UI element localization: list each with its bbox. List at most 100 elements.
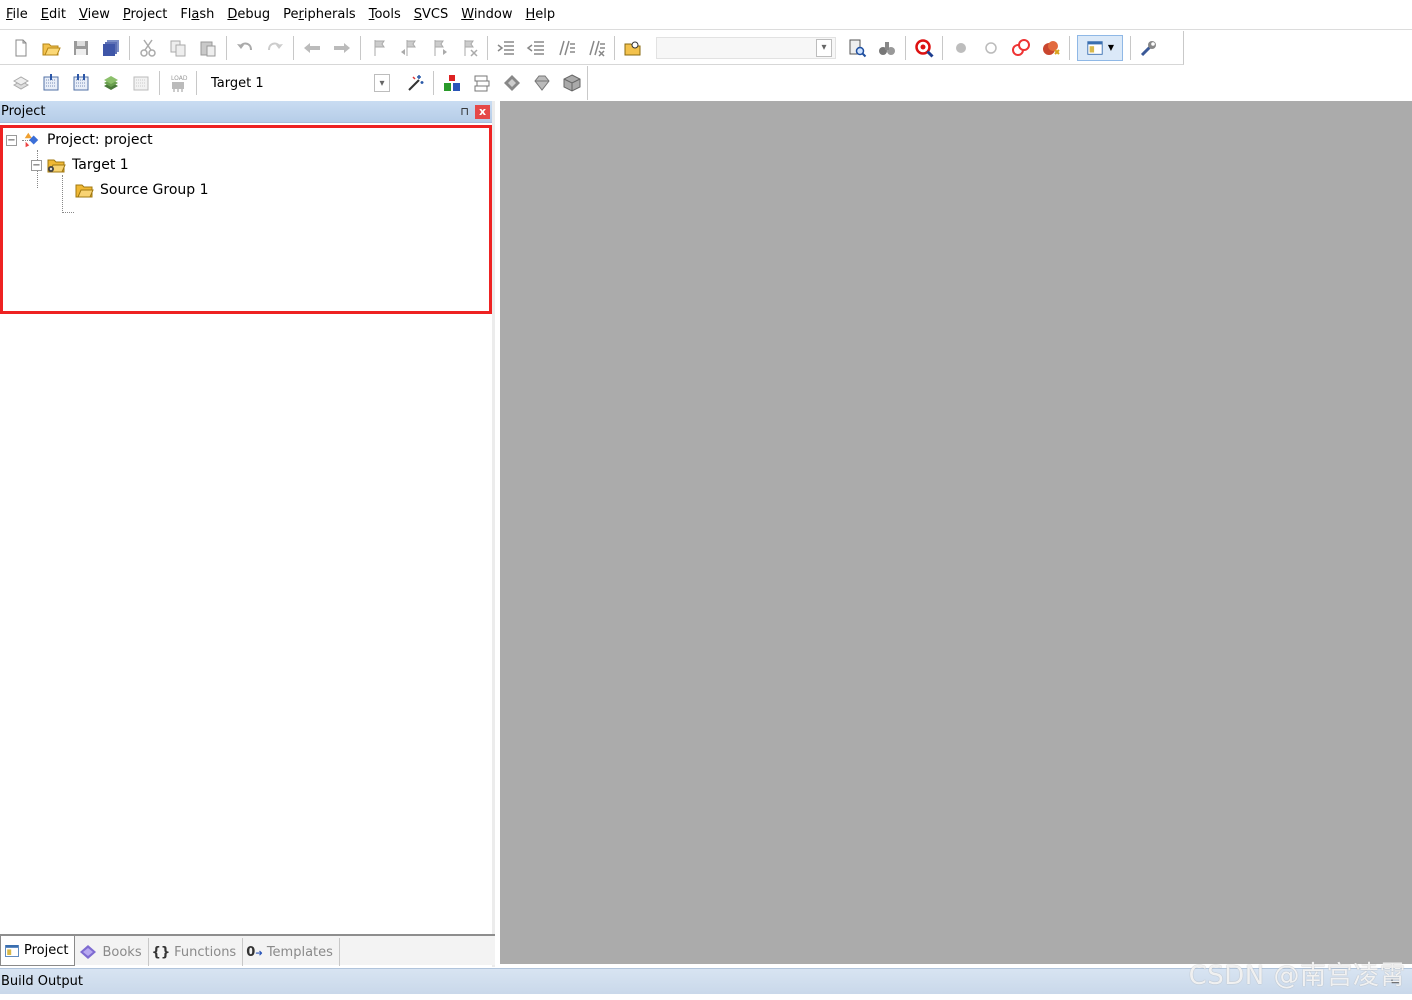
menu-window[interactable]: Window — [457, 0, 521, 30]
options-for-target-button[interactable] — [400, 69, 430, 97]
incremental-find-button[interactable] — [872, 34, 902, 62]
next-bookmark-button[interactable] — [424, 34, 454, 62]
gem-icon — [534, 75, 550, 91]
menu-edit[interactable]: Edit — [37, 0, 75, 30]
books-icon — [80, 945, 97, 959]
tab-project-label: Project — [24, 943, 69, 958]
tab-functions-label: Functions — [174, 944, 237, 960]
save-icon — [74, 40, 88, 55]
navigate-back-button[interactable] — [297, 34, 327, 62]
indent-icon — [497, 40, 514, 55]
close-panel-button[interactable]: x — [475, 104, 490, 119]
standard-toolbar: ▾ ▼ — [0, 31, 1184, 65]
pack-installer-button[interactable] — [527, 69, 557, 97]
menu-peripherals[interactable]: Peripherals — [279, 0, 365, 30]
kill-all-breakpoints-button[interactable] — [1036, 34, 1066, 62]
cut-button[interactable] — [133, 34, 163, 62]
undo-icon — [237, 42, 252, 50]
menu-file[interactable]: File — [2, 0, 37, 30]
tab-project[interactable]: Project — [0, 936, 76, 966]
tab-books[interactable]: Books — [75, 938, 149, 966]
find-in-files-button[interactable] — [618, 34, 648, 62]
build-button[interactable] — [36, 69, 66, 97]
menu-tools[interactable]: Tools — [365, 0, 410, 30]
magic-wand-icon — [408, 75, 424, 91]
translate-button[interactable] — [6, 69, 36, 97]
paste-button[interactable] — [193, 34, 223, 62]
menu-help[interactable]: Help — [522, 0, 565, 30]
unindent-icon — [526, 40, 544, 55]
breakpoint-dot-icon — [956, 42, 966, 53]
wrench-icon — [1140, 40, 1156, 56]
debug-session-button[interactable] — [909, 34, 939, 62]
redo-button[interactable] — [260, 34, 290, 62]
clear-bookmarks-button[interactable] — [454, 34, 484, 62]
comment-button[interactable] — [551, 34, 581, 62]
navigate-forward-button[interactable] — [327, 34, 357, 62]
save-all-button[interactable] — [96, 34, 126, 62]
toolbar-separator — [1130, 35, 1131, 60]
open-file-button[interactable] — [36, 34, 66, 62]
uncomment-icon — [589, 40, 605, 57]
enable-breakpoint-button[interactable] — [976, 34, 1006, 62]
manage-project-items-button[interactable] — [437, 69, 467, 97]
toolbar-separator — [226, 35, 227, 60]
pin-icon[interactable]: ⊓ — [460, 105, 469, 118]
configure-button[interactable] — [1134, 34, 1164, 62]
target-select[interactable]: Target 1 ▾ — [204, 72, 394, 94]
toolbar-separator — [129, 35, 130, 60]
menu-debug[interactable]: Debug — [223, 0, 279, 30]
open-folder-icon — [42, 43, 61, 55]
braces-icon: {} — [151, 944, 171, 960]
toolbar-separator — [293, 35, 294, 60]
templates-icon: 0➜ — [246, 944, 263, 960]
undo-button[interactable] — [230, 34, 260, 62]
tab-books-label: Books — [102, 944, 142, 960]
build-icon — [43, 74, 59, 91]
bookmark-next-icon — [434, 39, 447, 56]
new-file-button[interactable] — [6, 34, 36, 62]
editor-area[interactable] — [500, 101, 1412, 964]
toolbar-separator — [487, 35, 488, 60]
select-packs-button[interactable] — [467, 69, 497, 97]
window-layout-icon — [1087, 40, 1103, 55]
packs-icon — [474, 75, 490, 92]
rebuild-icon — [73, 74, 89, 91]
previous-bookmark-button[interactable] — [394, 34, 424, 62]
breakpoints-kill-icon — [1043, 40, 1060, 55]
toolbar-separator — [614, 35, 615, 60]
panel-tabs: Project Books {} Functions 0➜ Templates — [0, 934, 495, 966]
tab-functions[interactable]: {} Functions — [149, 938, 244, 966]
software-packs-button[interactable] — [557, 69, 587, 97]
toolbar-separator — [905, 35, 906, 60]
watermark: CSDN @南宫凌霄 — [1188, 961, 1406, 991]
copy-button[interactable] — [163, 34, 193, 62]
disable-all-breakpoints-button[interactable] — [1006, 34, 1036, 62]
chevron-down-icon[interactable]: ▾ — [374, 74, 390, 92]
indent-button[interactable] — [491, 34, 521, 62]
toggle-bookmark-button[interactable] — [364, 34, 394, 62]
menu-svcs[interactable]: SVCS — [410, 0, 458, 30]
batch-build-button[interactable] — [96, 69, 126, 97]
stop-build-button[interactable] — [126, 69, 156, 97]
menu-view[interactable]: View — [75, 0, 119, 30]
menu-bar: File Edit View Project Flash Debug Perip… — [0, 0, 1412, 30]
uncomment-button[interactable] — [581, 34, 611, 62]
menu-project[interactable]: Project — [119, 0, 177, 30]
manage-rte-button[interactable] — [497, 69, 527, 97]
menu-flash[interactable]: Flash — [176, 0, 223, 30]
download-button[interactable]: LOAD — [163, 69, 193, 97]
find-combobox[interactable]: ▾ — [656, 36, 836, 59]
rebuild-button[interactable] — [66, 69, 96, 97]
project-items-icon — [444, 75, 460, 91]
find-document-icon — [849, 39, 867, 57]
tab-templates[interactable]: 0➜ Templates — [243, 938, 340, 966]
chevron-down-icon[interactable]: ▾ — [816, 38, 832, 57]
toolbar-separator — [360, 35, 361, 60]
save-button[interactable] — [66, 34, 96, 62]
insert-breakpoint-button[interactable] — [946, 34, 976, 62]
window-layout-button[interactable]: ▼ — [1077, 34, 1123, 61]
unindent-button[interactable] — [521, 34, 551, 62]
find-button[interactable] — [842, 34, 872, 62]
package-box-icon — [563, 74, 581, 92]
